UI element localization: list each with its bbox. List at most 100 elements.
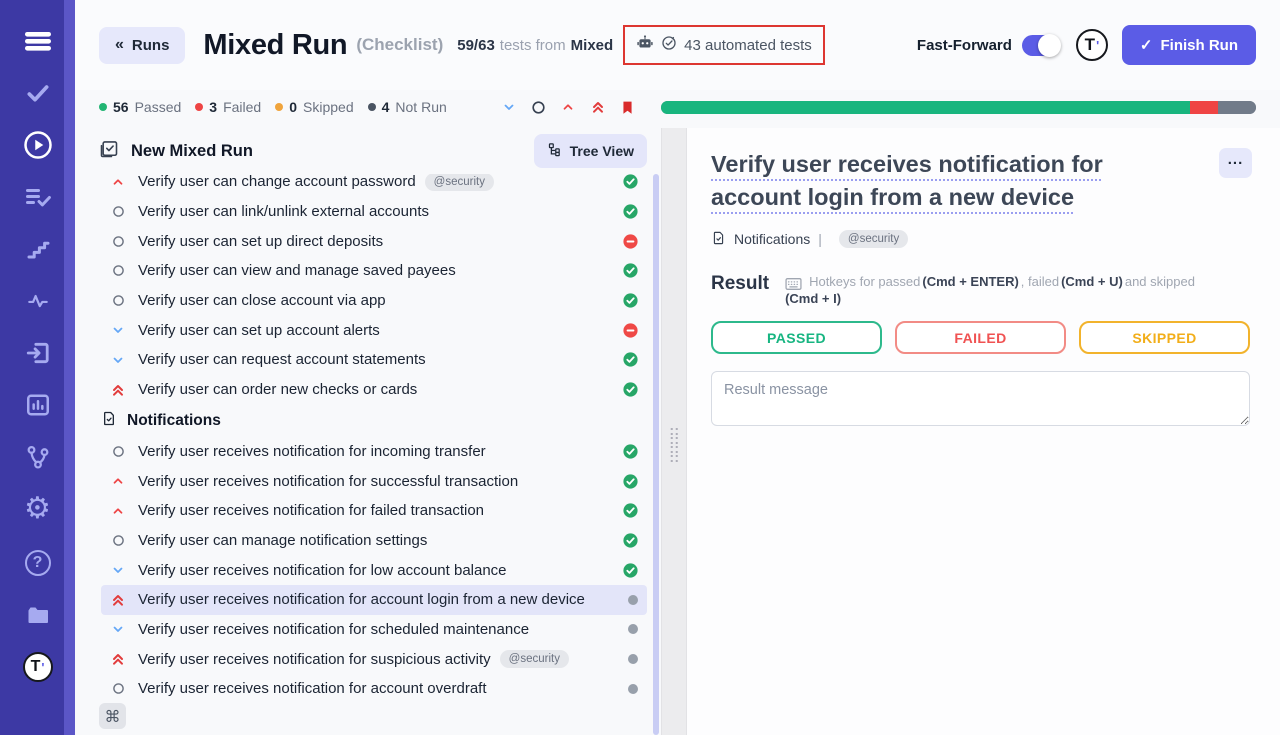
priority-normal-icon	[110, 205, 126, 218]
test-row-title: Verify user receives notification for in…	[138, 443, 486, 460]
test-row[interactable]: Verify user can manage notification sett…	[101, 526, 647, 556]
page-subtitle: (Checklist)	[356, 35, 443, 55]
steps-icon[interactable]	[18, 234, 58, 264]
test-row[interactable]: Verify user receives notification for fa…	[101, 496, 647, 526]
ellipsis-icon: ...	[1228, 151, 1244, 168]
test-row[interactable]: Verify user can set up account alerts	[101, 315, 647, 345]
test-row[interactable]: Verify user can close account via app	[101, 286, 647, 316]
status-failed-icon	[614, 233, 639, 250]
test-detail-panel: Verify user receives notification for ac…	[687, 128, 1280, 735]
document-icon	[711, 230, 726, 249]
circle-icon[interactable]	[531, 100, 546, 115]
test-row-title: Verify user can set up direct deposits	[138, 233, 383, 250]
test-row-title: Verify user receives notification for su…	[138, 473, 518, 490]
priority-normal-icon	[110, 235, 126, 248]
test-row[interactable]: Verify user receives notification for su…	[101, 644, 647, 674]
import-login-icon[interactable]	[18, 338, 58, 368]
test-row-title: Verify user receives notification for lo…	[138, 562, 507, 579]
test-row[interactable]: Verify user receives notification for ac…	[101, 585, 647, 615]
double-chevron-up-icon[interactable]	[590, 99, 606, 115]
sidebar-nav: ⚙? T'	[18, 26, 58, 704]
page-title: Mixed Run	[203, 29, 347, 62]
test-row-title: Verify user receives notification for ac…	[138, 680, 487, 697]
status-passed-icon	[614, 351, 639, 368]
plans-list-check-icon[interactable]	[18, 182, 58, 212]
stat-items: 56Passed3Failed0Skipped4Not Run	[99, 99, 461, 115]
mark-failed-button[interactable]: FAILED	[895, 321, 1066, 354]
command-hotkey-badge[interactable]: ⌘	[99, 703, 126, 729]
status-passed-icon	[614, 532, 639, 549]
test-title[interactable]: Verify user receives notification for ac…	[711, 148, 1250, 215]
bookmark-icon[interactable]	[620, 99, 635, 116]
test-row[interactable]: Verify user can set up direct deposits	[101, 226, 647, 256]
automation-check-icon	[661, 35, 677, 55]
test-row[interactable]: Verify user can order new checks or card…	[101, 375, 647, 405]
test-row[interactable]: Verify user can view and manage saved pa…	[101, 256, 647, 286]
priority-low-icon	[110, 353, 126, 367]
test-row[interactable]: Verify user receives notification for sc…	[101, 615, 647, 645]
test-row[interactable]: Verify user receives notification for lo…	[101, 555, 647, 585]
tests-count: 59/63	[457, 37, 495, 54]
mark-skipped-button[interactable]: SKIPPED	[1079, 321, 1250, 354]
tree-view-button[interactable]: Tree View	[534, 134, 647, 168]
fast-forward-toggle[interactable]	[1022, 35, 1060, 56]
priority-low-icon	[110, 323, 126, 337]
test-row[interactable]: Verify user receives notification for in…	[101, 437, 647, 467]
tree-view-label: Tree View	[570, 143, 634, 159]
test-row-title: Verify user receives notification for sc…	[138, 621, 529, 638]
breadcrumb-separator: |	[818, 231, 822, 247]
settings-gear-icon[interactable]: ⚙	[18, 494, 58, 524]
keyboard-icon	[785, 277, 802, 291]
priority-critical-icon	[110, 382, 126, 398]
test-row[interactable]: Verify user can request account statemen…	[101, 345, 647, 375]
security-tag: @security	[500, 650, 569, 668]
pulse-icon[interactable]	[18, 286, 58, 316]
priority-critical-icon	[110, 592, 126, 608]
finish-run-button[interactable]: ✓ Finish Run	[1122, 25, 1256, 65]
section-row[interactable]: Notifications	[101, 405, 647, 437]
breadcrumb-suite[interactable]: Notifications	[734, 231, 810, 247]
status-notrun-icon	[619, 653, 639, 665]
test-row[interactable]: Verify user receives notification for ac…	[101, 674, 647, 704]
test-row[interactable]: Verify user can link/unlink external acc…	[101, 197, 647, 227]
chevron-down-icon[interactable]	[501, 100, 517, 114]
divider-grip-handle[interactable]	[671, 428, 678, 462]
run-list-title: New Mixed Run	[131, 142, 253, 161]
chevron-up-icon[interactable]	[560, 100, 576, 114]
list-scrollbar[interactable]	[653, 174, 659, 735]
status-passed-icon	[614, 502, 639, 519]
runs-play-icon[interactable]	[18, 130, 58, 160]
status-notrun-icon	[619, 623, 639, 635]
priority-low-icon	[110, 563, 126, 577]
menu-hamburger-icon[interactable]	[18, 26, 58, 56]
security-tag: @security	[839, 230, 908, 248]
test-row[interactable]: Verify user can change account password @…	[101, 174, 647, 197]
priority-filters	[501, 99, 635, 116]
automated-tests-badge: 43 automated tests	[623, 25, 825, 65]
testomat-logo-header[interactable]: T'	[1076, 29, 1108, 61]
test-row-title: Verify user receives notification for su…	[138, 651, 491, 668]
tests-check-icon[interactable]	[18, 78, 58, 108]
testomat-logo[interactable]: T'	[18, 652, 58, 682]
back-to-runs-button[interactable]: « Runs	[99, 27, 185, 64]
help-icon[interactable]: ?	[18, 548, 58, 578]
mark-passed-button[interactable]: PASSED	[711, 321, 882, 354]
more-options-button[interactable]: ...	[1219, 148, 1252, 178]
test-rows: Verify user can change account password @…	[101, 174, 647, 704]
test-row-title: Verify user can change account password	[138, 174, 416, 190]
test-row-title: Verify user can set up account alerts	[138, 322, 380, 339]
branches-git-icon[interactable]	[18, 442, 58, 472]
status-notrun-icon	[619, 594, 639, 606]
progress-failed	[1190, 101, 1219, 114]
tree-icon	[547, 142, 562, 160]
test-row[interactable]: Verify user receives notification for su…	[101, 466, 647, 496]
projects-folder-icon[interactable]	[18, 600, 58, 630]
analytics-chart-icon[interactable]	[18, 390, 58, 420]
hotkey-text: , failed	[1021, 274, 1059, 289]
checklist-icon	[99, 139, 119, 164]
progress-passed	[661, 101, 1190, 114]
hotkeys-hint: Hotkeys for passed (Cmd + ENTER) , faile…	[785, 274, 1250, 306]
security-tag: @security	[425, 174, 494, 191]
priority-high-icon	[110, 175, 126, 189]
result-message-input[interactable]	[711, 371, 1250, 426]
